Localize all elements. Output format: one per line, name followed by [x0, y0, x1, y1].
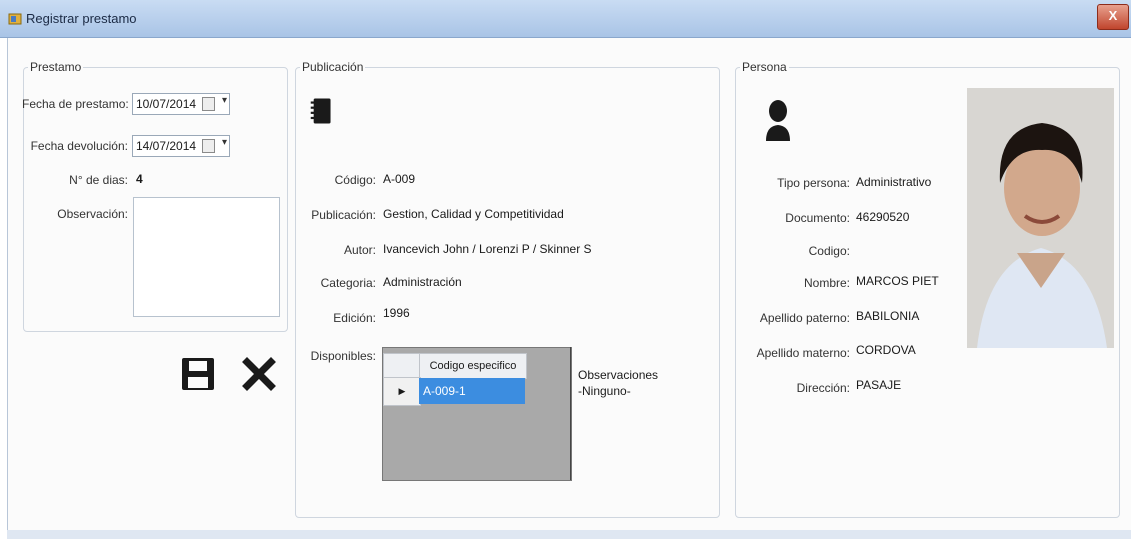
- close-button[interactable]: X: [1097, 4, 1129, 30]
- calendar-icon: [202, 97, 215, 111]
- chevron-down-icon[interactable]: ▾: [222, 95, 227, 106]
- fecha-prestamo-picker[interactable]: 10/07/2014 ▾: [132, 93, 230, 115]
- persona-ap-paterno-value: BABILONIA: [856, 309, 920, 323]
- close-x-icon: [242, 357, 276, 391]
- pub-edicion-value: 1996: [383, 306, 410, 320]
- pub-categoria-label: Categoria:: [320, 276, 376, 290]
- grid-divider: [570, 347, 571, 480]
- persona-direccion-value: PASAJE: [856, 378, 902, 392]
- pub-categoria-value: Administración: [383, 275, 462, 289]
- person-silhouette-icon: [766, 100, 790, 141]
- persona-ap-paterno-label: Apellido paterno:: [759, 311, 850, 325]
- save-floppy-icon: [182, 358, 214, 390]
- fecha-devolucion-picker[interactable]: 14/07/2014 ▾: [132, 135, 230, 157]
- fecha-devolucion-value: 14/07/2014: [136, 139, 197, 153]
- fecha-prestamo-value: 10/07/2014: [136, 97, 197, 111]
- persona-tipo-label: Tipo persona:: [777, 176, 850, 190]
- pub-codigo-label: Código:: [334, 173, 376, 187]
- observacion-textarea[interactable]: [133, 197, 280, 317]
- persona-codigo-label: Codigo:: [808, 244, 850, 258]
- persona-ap-materno-value: CORDOVA: [856, 343, 916, 357]
- fecha-devolucion-label: Fecha devolución:: [30, 139, 128, 153]
- publicacion-legend: Publicación: [302, 60, 364, 74]
- title-bar: Registrar prestamo X: [0, 0, 1131, 38]
- save-button[interactable]: [180, 356, 216, 392]
- grid-row-header-corner: [383, 353, 421, 379]
- persona-documento-value: 46290520: [856, 210, 910, 224]
- window-title: Registrar prestamo: [26, 11, 137, 26]
- persona-ap-materno-label: Apellido materno:: [756, 346, 850, 360]
- persona-nombre-label: Nombre:: [803, 276, 850, 290]
- fecha-prestamo-label: Fecha de prestamo:: [22, 97, 129, 111]
- app-icon: [8, 13, 22, 25]
- calendar-icon: [202, 139, 215, 153]
- prestamo-legend: Prestamo: [30, 60, 82, 74]
- observacion-label: Observación:: [57, 207, 128, 221]
- dias-value: 4: [136, 172, 143, 186]
- observaciones-value: -Ninguno-: [578, 384, 631, 398]
- pub-autor-value: Ivancevich John / Lorenzi P / Skinner S: [383, 242, 592, 256]
- persona-nombre-value: MARCOS PIET: [856, 274, 939, 288]
- pub-disponibles-label: Disponibles:: [310, 349, 376, 363]
- dias-label: N° de dias:: [69, 173, 128, 187]
- pub-autor-label: Autor:: [343, 243, 376, 257]
- cancel-button[interactable]: [241, 356, 277, 392]
- persona-photo: [967, 88, 1114, 348]
- observaciones-label: Observaciones: [578, 368, 659, 382]
- window-bottom-border: [7, 530, 1131, 539]
- pub-publicacion-value: Gestion, Calidad y Competitividad: [383, 207, 564, 221]
- persona-legend: Persona: [742, 60, 787, 74]
- persona-documento-label: Documento:: [785, 211, 850, 225]
- pub-codigo-value: A-009: [383, 172, 416, 186]
- grid-column-header[interactable]: Codigo especifico: [419, 353, 527, 379]
- portrait-image: [967, 88, 1114, 348]
- grid-row-header[interactable]: ▶: [383, 377, 421, 406]
- persona-direccion-label: Dirección:: [796, 381, 850, 395]
- pub-publicacion-label: Publicación:: [311, 208, 376, 222]
- grid-cell-codigo[interactable]: A-009-1: [419, 378, 525, 404]
- chevron-down-icon[interactable]: ▾: [222, 137, 227, 148]
- persona-tipo-value: Administrativo: [856, 175, 932, 189]
- notebook-icon: [310, 98, 331, 124]
- pub-edicion-label: Edición:: [333, 311, 376, 325]
